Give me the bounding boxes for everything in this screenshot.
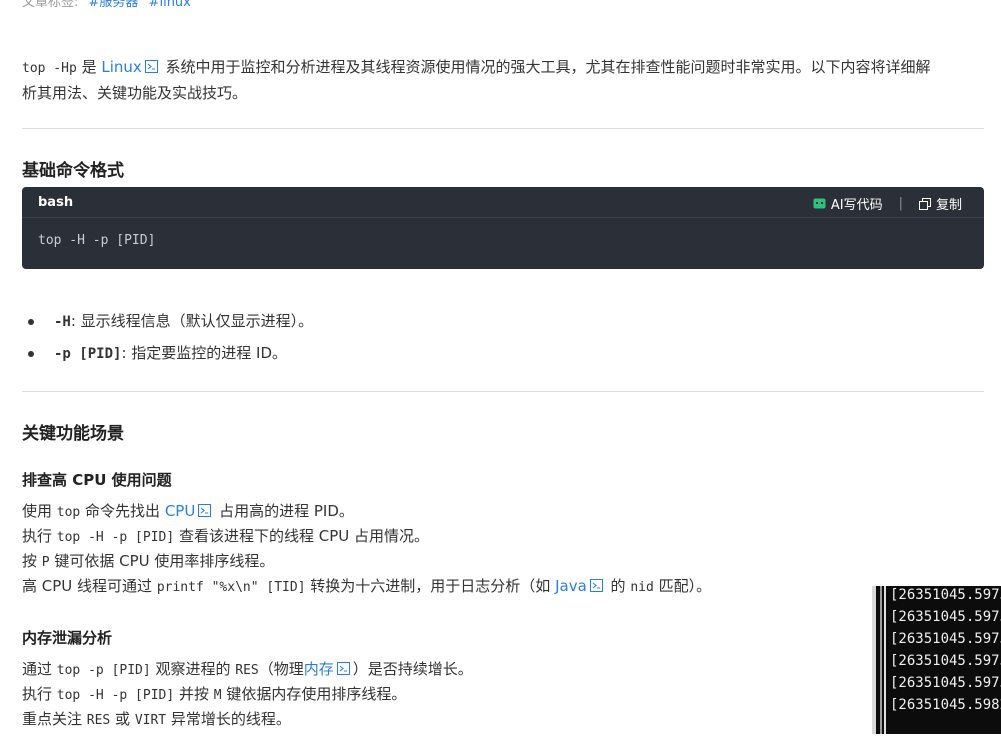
copy-label: 复制: [935, 198, 962, 213]
external-link-icon[interactable]: [144, 60, 158, 73]
list-item: -H: 显示线程信息（默认仅显示进程）。: [27, 309, 314, 341]
tag-linux[interactable]: #linux: [149, 0, 191, 10]
code-header: bash AI写代码 | 复制: [22, 187, 984, 218]
terminal-line: [26351045.59754: [890, 609, 1001, 625]
text-line: 重点关注 RES 或 VIRT 异常增长的线程。: [22, 710, 291, 728]
option-desc: : 指定要监控的进程 ID。: [121, 344, 288, 362]
intro-command: top -Hp: [22, 61, 77, 76]
ai-write-code-label: AI写代码: [830, 198, 883, 213]
subheading-high-cpu: 排查高 CPU 使用问题: [22, 471, 172, 489]
list-item: -p [PID]: 指定要监控的进程 ID。: [27, 341, 313, 373]
code-language: bash: [38, 195, 74, 210]
intro-paragraph: top -Hp 是 Linux 系统中用于监控和分析进程及其线程资源使用情况的强…: [22, 55, 984, 106]
divider: [22, 391, 984, 392]
terminal-line: [26351045.59754: [890, 631, 1001, 647]
terminal-border: [884, 586, 886, 734]
terminal-line: [26351045.59754: [890, 675, 1001, 691]
terminal-line: [26351045.59753: [890, 587, 1001, 603]
terminal-screenshot: [26351045.59753 [26351045.59754 [2635104…: [872, 586, 1001, 734]
subheading-memory-leak: 内存泄漏分析: [22, 629, 113, 647]
article-tags: 文章标签: #服务器 #linux: [22, 0, 191, 10]
terminal-border: [880, 586, 882, 734]
terminal-line: [26351045.59754: [890, 653, 1001, 669]
memory-link[interactable]: 内存: [304, 660, 334, 678]
section-heading-scenarios: 关键功能场景: [22, 424, 124, 444]
text-line: 执行 top -H -p [PID] 并按 M 键依据内存使用排序线程。: [22, 685, 407, 703]
option-desc: : 显示线程信息（默认仅显示进程）。: [70, 312, 314, 330]
tags-label: 文章标签:: [22, 0, 79, 10]
external-link-icon[interactable]: [589, 579, 603, 592]
text-line: 高 CPU 线程可通过 printf "%x\n" [TID] 转换为十六进制，…: [22, 577, 712, 595]
divider: [22, 128, 984, 129]
terminal-line: [26351045.59825: [890, 697, 1001, 713]
java-link[interactable]: Java: [555, 577, 587, 595]
code-actions: AI写代码 | 复制: [813, 194, 962, 213]
intro-text-2: 系统中用于监控和分析进程及其线程资源使用情况的强大工具，尤其在排查性能问题时非常…: [160, 58, 931, 76]
ai-icon: [813, 198, 826, 209]
intro-text-3: 析其用法、关键功能及实战技巧。: [22, 84, 248, 102]
copy-icon: [918, 197, 931, 210]
terminal-output: [26351045.59753 [26351045.59754 [2635104…: [890, 586, 1001, 716]
text-line: 执行 top -H -p [PID] 查看该进程下的线程 CPU 占用情况。: [22, 527, 429, 545]
cpu-link[interactable]: CPU: [165, 502, 196, 520]
memory-steps: 通过 top -p [PID] 观察进程的 RES（物理内存 ）是否持续增长。 执…: [22, 657, 473, 732]
code-content[interactable]: top -H -p [PID]: [38, 233, 155, 248]
external-link-icon[interactable]: [336, 662, 350, 675]
external-link-icon[interactable]: [198, 504, 212, 517]
ai-write-code-button[interactable]: AI写代码: [813, 194, 883, 213]
text-line: 按 P 键可依据 CPU 使用率排序线程。: [22, 552, 275, 570]
cpu-steps: 使用 top 命令先找出 CPU 占用高的进程 PID。 执行 top -H -…: [22, 499, 711, 599]
section-heading-basic-format: 基础命令格式: [22, 161, 124, 181]
copy-button[interactable]: 复制: [918, 194, 962, 213]
text-line: 通过 top -p [PID] 观察进程的 RES（物理内存 ）是否持续增长。: [22, 660, 473, 678]
actions-separator: |: [898, 196, 903, 211]
options-list: -H: 显示线程信息（默认仅显示进程）。 -p [PID]: 指定要监控的进程 …: [27, 309, 314, 373]
option-flag: -p [PID]: [54, 346, 122, 362]
text-line: 使用 top 命令先找出 CPU 占用高的进程 PID。: [22, 502, 354, 520]
code-block: bash AI写代码 | 复制 top -H -p [PID]: [22, 187, 984, 269]
linux-link[interactable]: Linux: [101, 58, 141, 76]
option-flag: -H: [54, 314, 71, 330]
intro-text: 是: [76, 58, 102, 76]
tag-server[interactable]: #服务器: [89, 0, 139, 10]
